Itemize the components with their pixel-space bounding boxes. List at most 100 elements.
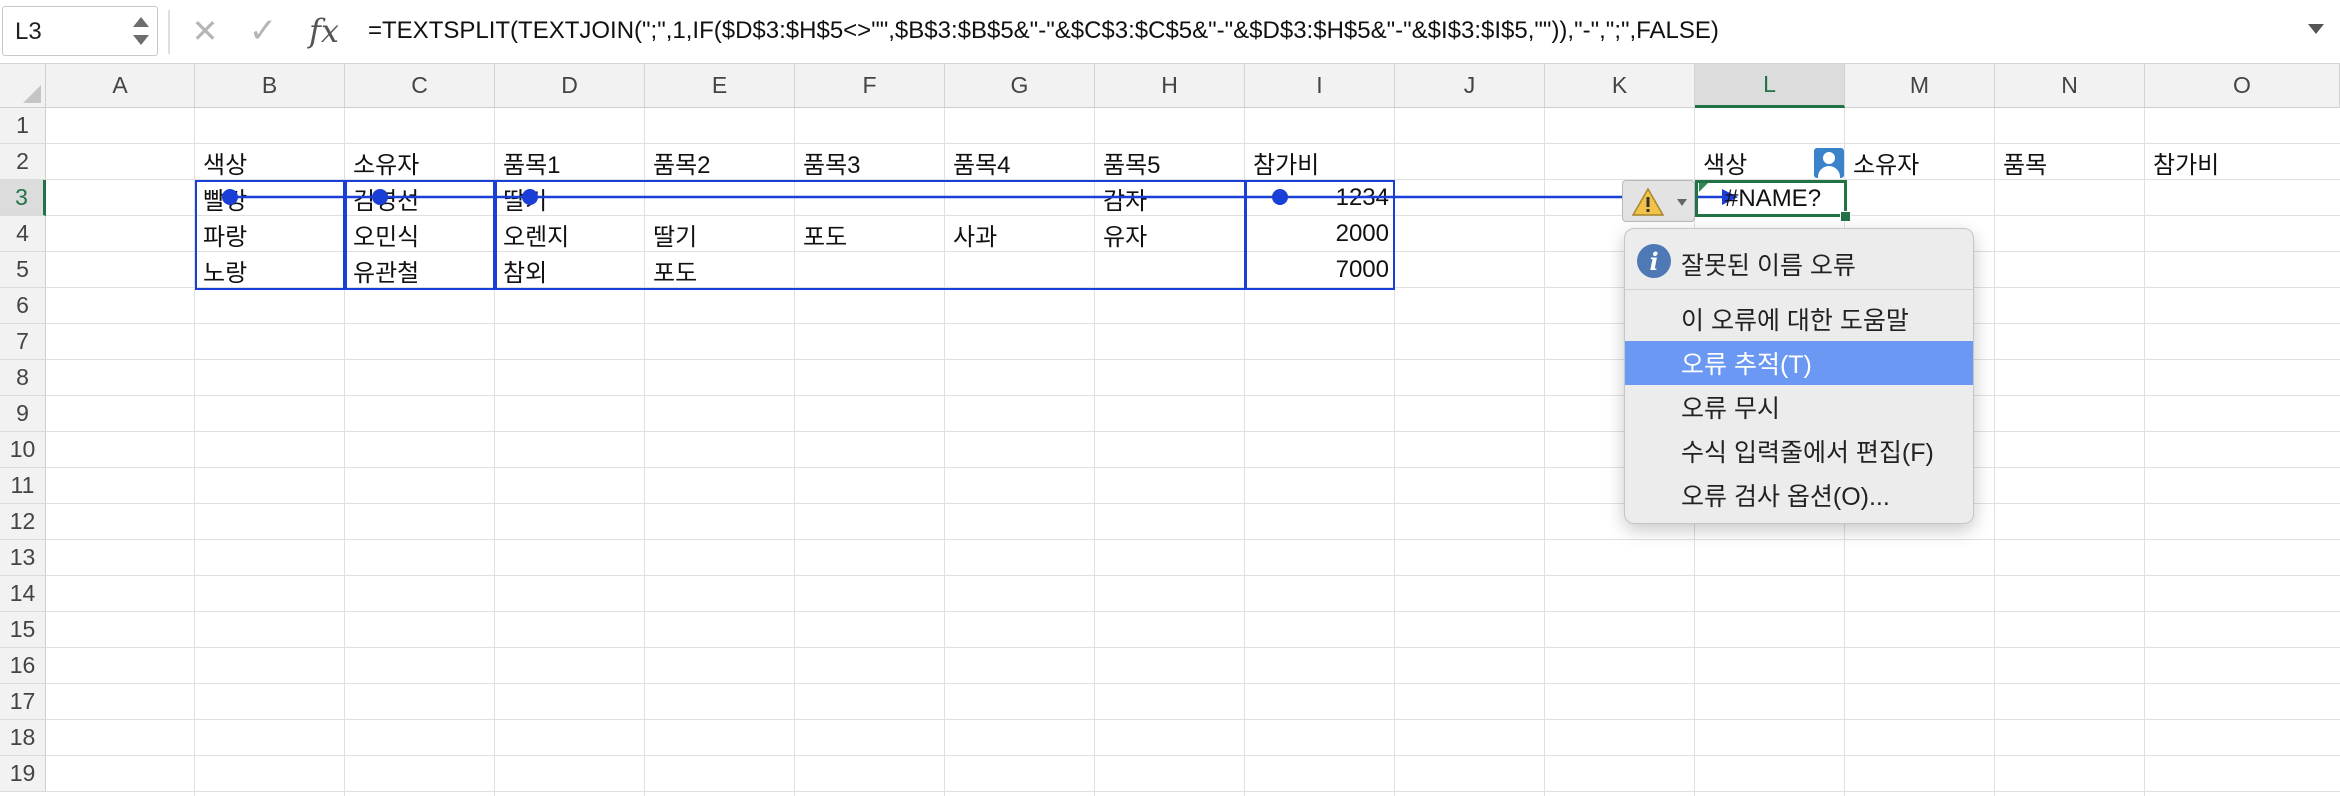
fill-handle[interactable] bbox=[1840, 211, 1851, 222]
result-header-cell[interactable]: 품목 bbox=[1995, 144, 2145, 180]
table-cell[interactable]: 김영선 bbox=[345, 180, 495, 216]
table-cell[interactable]: 참외 bbox=[495, 252, 645, 288]
warning-icon bbox=[1631, 187, 1665, 216]
table-header-cell[interactable]: 품목2 bbox=[645, 144, 795, 180]
name-box-stepper[interactable] bbox=[133, 13, 149, 51]
table-cell[interactable]: 오민식 bbox=[345, 216, 495, 252]
column-header-h[interactable]: H bbox=[1095, 64, 1245, 108]
row-header-15[interactable]: 15 bbox=[0, 612, 46, 648]
row-header-16[interactable]: 16 bbox=[0, 648, 46, 684]
row-header-12[interactable]: 12 bbox=[0, 504, 46, 540]
grid-line-vertical bbox=[794, 108, 795, 796]
tracer-arrows bbox=[222, 189, 1738, 205]
table-cell[interactable]: 빨강 bbox=[195, 180, 345, 216]
menu-header: i 잘못된 이름 오류 bbox=[1625, 239, 1973, 281]
expand-formula-bar-icon[interactable] bbox=[2308, 24, 2324, 34]
column-header-l[interactable]: L bbox=[1695, 64, 1845, 108]
row-header-13[interactable]: 13 bbox=[0, 540, 46, 576]
row-header-2[interactable]: 2 bbox=[0, 144, 46, 180]
grid-line-vertical bbox=[944, 108, 945, 796]
result-error-value[interactable]: #NAME? bbox=[1725, 181, 1821, 217]
name-box-value[interactable]: L3 bbox=[15, 18, 42, 46]
table-cell[interactable]: 딸기 bbox=[645, 216, 795, 252]
column-header-o[interactable]: O bbox=[2145, 64, 2340, 108]
column-header-j[interactable]: J bbox=[1395, 64, 1545, 108]
table-header-cell[interactable]: 색상 bbox=[195, 144, 345, 180]
chevron-up-icon[interactable] bbox=[133, 17, 149, 27]
row-header-10[interactable]: 10 bbox=[0, 432, 46, 468]
row-header-6[interactable]: 6 bbox=[0, 288, 46, 324]
table-cell[interactable]: 7000 bbox=[1245, 252, 1395, 288]
table-cell[interactable]: 2000 bbox=[1245, 216, 1395, 252]
person-icon[interactable] bbox=[1814, 148, 1844, 178]
table-header-cell[interactable]: 품목1 bbox=[495, 144, 645, 180]
column-header-c[interactable]: C bbox=[345, 64, 495, 108]
table-cell[interactable]: 노랑 bbox=[195, 252, 345, 288]
name-box[interactable]: L3 bbox=[2, 6, 158, 56]
row-header-5[interactable]: 5 bbox=[0, 252, 46, 288]
table-header-cell[interactable]: 품목4 bbox=[945, 144, 1095, 180]
grid-line-vertical bbox=[1994, 108, 1995, 796]
column-header-g[interactable]: G bbox=[945, 64, 1095, 108]
row-header-14[interactable]: 14 bbox=[0, 576, 46, 612]
grid-line-horizontal bbox=[46, 359, 2340, 360]
row-header-11[interactable]: 11 bbox=[0, 468, 46, 504]
grid-line-horizontal bbox=[46, 467, 2340, 468]
formula-input[interactable]: =TEXTSPLIT(TEXTJOIN(";",1,IF($D$3:$H$5<>… bbox=[368, 17, 1719, 45]
row-header-1[interactable]: 1 bbox=[0, 108, 46, 144]
table-header-cell[interactable]: 품목5 bbox=[1095, 144, 1245, 180]
column-header-m[interactable]: M bbox=[1845, 64, 1995, 108]
table-cell[interactable]: 유관철 bbox=[345, 252, 495, 288]
column-header-a[interactable]: A bbox=[46, 64, 195, 108]
error-indicator-icon bbox=[1699, 183, 1708, 192]
grid-line-horizontal bbox=[46, 719, 2340, 720]
table-cell[interactable]: 파랑 bbox=[195, 216, 345, 252]
column-header-d[interactable]: D bbox=[495, 64, 645, 108]
select-all-button[interactable] bbox=[0, 64, 46, 108]
table-cell[interactable]: 딸기 bbox=[495, 180, 645, 216]
result-header-cell[interactable]: 참가비 bbox=[2145, 144, 2340, 180]
table-cell[interactable]: 사과 bbox=[945, 216, 1095, 252]
menu-item[interactable]: 오류 추적(T) bbox=[1625, 341, 1973, 385]
error-options-button[interactable] bbox=[1622, 180, 1695, 222]
table-cell[interactable]: 포도 bbox=[645, 252, 795, 288]
table-header-cell[interactable]: 참가비 bbox=[1245, 144, 1395, 180]
row-header-18[interactable]: 18 bbox=[0, 720, 46, 756]
table-cell[interactable]: 유자 bbox=[1095, 216, 1245, 252]
info-icon: i bbox=[1637, 244, 1671, 278]
menu-item[interactable]: 오류 검사 옵션(O)... bbox=[1625, 473, 1973, 517]
formula-bar: L3 ✕ ✓ fx =TEXTSPLIT(TEXTJOIN(";",1,IF($… bbox=[0, 0, 2340, 64]
row-header-19[interactable]: 19 bbox=[0, 756, 46, 792]
row-header-7[interactable]: 7 bbox=[0, 324, 46, 360]
insert-function-icon[interactable]: fx bbox=[302, 8, 346, 54]
grid-line-horizontal bbox=[46, 431, 2340, 432]
row-header-17[interactable]: 17 bbox=[0, 684, 46, 720]
table-cell[interactable]: 감자 bbox=[1095, 180, 1245, 216]
enter-icon[interactable]: ✓ bbox=[241, 8, 285, 54]
column-header-b[interactable]: B bbox=[195, 64, 345, 108]
table-cell[interactable]: 1234 bbox=[1245, 180, 1395, 216]
column-header-e[interactable]: E bbox=[645, 64, 795, 108]
menu-item[interactable]: 수식 입력줄에서 편집(F) bbox=[1625, 429, 1973, 473]
row-header-9[interactable]: 9 bbox=[0, 396, 46, 432]
table-cell[interactable]: 오렌지 bbox=[495, 216, 645, 252]
menu-item[interactable]: 오류 무시 bbox=[1625, 385, 1973, 429]
column-header-i[interactable]: I bbox=[1245, 64, 1395, 108]
cancel-icon[interactable]: ✕ bbox=[183, 8, 227, 54]
grid-line-horizontal bbox=[46, 323, 2340, 324]
table-header-cell[interactable]: 품목3 bbox=[795, 144, 945, 180]
row-header-4[interactable]: 4 bbox=[0, 216, 46, 252]
column-header-k[interactable]: K bbox=[1545, 64, 1695, 108]
column-header-n[interactable]: N bbox=[1995, 64, 2145, 108]
table-cell[interactable]: 포도 bbox=[795, 216, 945, 252]
row-header-8[interactable]: 8 bbox=[0, 360, 46, 396]
grid-line-horizontal bbox=[46, 683, 2340, 684]
grid-line-horizontal bbox=[46, 395, 2340, 396]
column-header-f[interactable]: F bbox=[795, 64, 945, 108]
result-header-cell[interactable]: 소유자 bbox=[1845, 144, 1995, 180]
menu-item[interactable]: 이 오류에 대한 도움말 bbox=[1625, 297, 1973, 341]
chevron-down-icon[interactable] bbox=[133, 35, 149, 45]
table-header-cell[interactable]: 소유자 bbox=[345, 144, 495, 180]
grid-line-horizontal bbox=[46, 755, 2340, 756]
row-header-3[interactable]: 3 bbox=[0, 180, 46, 216]
